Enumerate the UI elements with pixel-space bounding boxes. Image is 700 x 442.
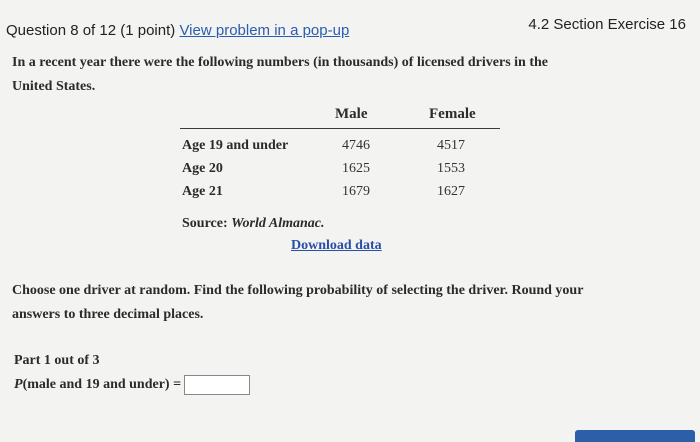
intro-line-2: United States. xyxy=(12,79,96,94)
cell-female: 1627 xyxy=(437,184,465,199)
column-header-female: Female xyxy=(429,106,476,122)
question-number: Question 8 of 12 (1 point) View problem … xyxy=(6,22,349,39)
table-row: Age 20 1625 1553 xyxy=(180,161,500,183)
cell-male: 1625 xyxy=(342,161,370,176)
column-header-male: Male xyxy=(335,106,368,122)
question-label: Question 8 of 12 (1 point) xyxy=(6,22,176,39)
data-source: Source: World Almanac. xyxy=(182,216,324,232)
part-label: Part 1 out of 3 xyxy=(14,353,100,368)
section-label: 4.2 Section Exercise 16 xyxy=(528,16,686,33)
table-divider xyxy=(180,128,500,129)
problem-intro: In a recent year there were the followin… xyxy=(12,51,672,99)
check-button[interactable] xyxy=(575,430,695,442)
answer-row: P (male and 19 and under) = xyxy=(14,372,251,398)
question-header: Question 8 of 12 (1 point) View problem … xyxy=(0,0,700,40)
intro-line-1: In a recent year there were the followin… xyxy=(12,55,548,70)
cell-male: 4746 xyxy=(342,138,370,153)
probability-symbol: P xyxy=(14,377,23,392)
answer-input[interactable] xyxy=(184,375,251,395)
cell-male: 1679 xyxy=(342,184,370,199)
popup-link[interactable]: View problem in a pop-up xyxy=(179,22,349,39)
instructions-line-2: answers to three decimal places. xyxy=(12,307,204,322)
instructions-line-1: Choose one driver at random. Find the fo… xyxy=(12,283,584,298)
source-prefix: Source: xyxy=(182,216,228,231)
table-row: Age 19 and under 4746 4517 xyxy=(180,138,500,160)
instructions: Choose one driver at random. Find the fo… xyxy=(12,279,682,327)
row-label: Age 21 xyxy=(182,184,223,199)
cell-female: 1553 xyxy=(437,161,465,176)
probability-expression: (male and 19 and under) = xyxy=(22,377,182,392)
table-header: Male Female xyxy=(180,104,505,126)
cell-female: 4517 xyxy=(437,138,465,153)
table-row: Age 21 1679 1627 xyxy=(180,184,500,206)
source-name: World Almanac. xyxy=(231,216,325,231)
download-data-link[interactable]: Download data xyxy=(291,238,382,254)
row-label: Age 19 and under xyxy=(182,138,289,153)
row-label: Age 20 xyxy=(182,161,223,176)
drivers-table: Male Female Age 19 and under 4746 4517 A… xyxy=(180,104,505,199)
